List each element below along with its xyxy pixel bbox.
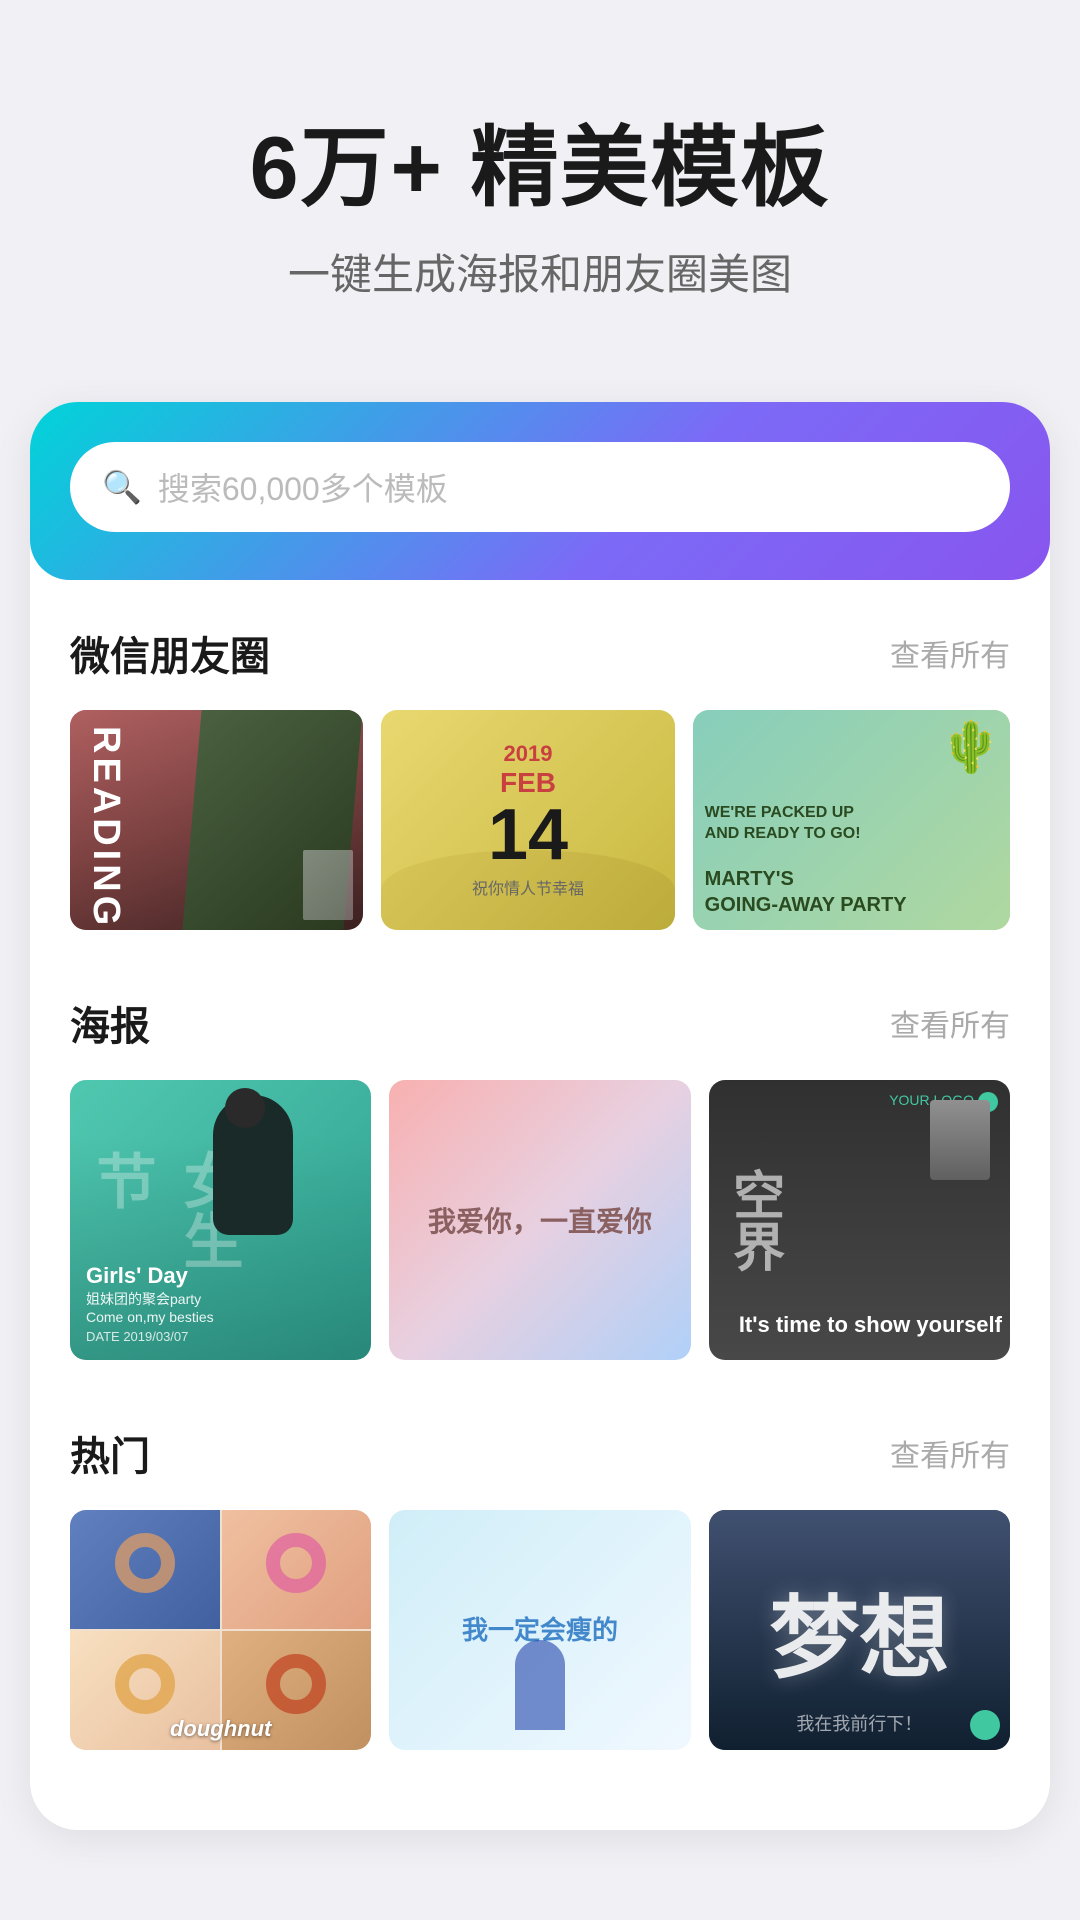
- person-figure: [515, 1640, 565, 1730]
- lamp-visual: [930, 1100, 990, 1180]
- hot-section-title: 热门: [70, 1424, 150, 1482]
- wechat-section: 微信朋友圈 查看所有 READING 2019 FEB 14 祝你情人节幸福: [30, 580, 1050, 950]
- donut-cell-2: [222, 1510, 372, 1629]
- girl-head: [225, 1088, 265, 1128]
- poster-section-title: 海报: [70, 994, 150, 1052]
- feb14-content: 2019 FEB 14 祝你情人节幸福: [472, 741, 584, 899]
- girlsday-date: DATE 2019/03/07: [86, 1329, 214, 1344]
- wechat-cards-row: READING 2019 FEB 14 祝你情人节幸福 🌵: [70, 710, 1010, 930]
- hot-card-dream[interactable]: 梦想 我在我前行下！: [709, 1510, 1010, 1750]
- donut-shape-2: [266, 1533, 326, 1593]
- girlsday-overlay: Girls' Day 姐妹团的聚会party Come on,my bestie…: [70, 1247, 230, 1360]
- poster-card-love[interactable]: 我爱你，一直爱你: [389, 1080, 690, 1360]
- dream-sub: 我在我前行下！: [709, 1710, 1010, 1736]
- donut-shape-1: [115, 1533, 175, 1593]
- show-yourself-text: It's time to show yourself: [739, 1311, 1002, 1340]
- donut-cell-1: [70, 1510, 220, 1629]
- doughnut-label: doughnut: [70, 1716, 371, 1742]
- poster-card-girlsday[interactable]: 女生节 Girls' Day 姐妹团的聚会party Come on,my be…: [70, 1080, 371, 1360]
- feb14-subtitle: 祝你情人节幸福: [472, 875, 584, 899]
- hero-section: 6万+ 精美模板 一键生成海报和朋友圈美图: [0, 0, 1080, 362]
- poster-section-header: 海报 查看所有: [70, 994, 1010, 1052]
- love-text: 我爱你，一直爱你: [428, 1200, 652, 1240]
- wechat-section-header: 微信朋友圈 查看所有: [70, 624, 1010, 682]
- feb14-day: 14: [472, 799, 584, 871]
- poster-card-space[interactable]: YOUR LOGO 空界 It's time to show yourself: [709, 1080, 1010, 1360]
- party-text: WE'RE PACKED UPAND READY TO GO! MARTY'SG…: [705, 803, 907, 917]
- hot-cards-row: doughnut 我一定会瘦的 梦想 我在我前行下！: [70, 1510, 1010, 1750]
- hot-card-doughnut[interactable]: doughnut: [70, 1510, 371, 1750]
- wechat-card-party[interactable]: 🌵 WE'RE PACKED UPAND READY TO GO! MARTY'…: [693, 710, 1010, 930]
- hero-title: 6万+ 精美模板: [60, 120, 1020, 217]
- girlsday-title: Girls' Day: [86, 1263, 214, 1289]
- space-char: 空界: [717, 1168, 792, 1272]
- dream-logo-dot: [970, 1710, 1000, 1740]
- search-bar[interactable]: 🔍 搜索60,000多个模板: [70, 442, 1010, 532]
- hot-section-header: 热门 查看所有: [70, 1424, 1010, 1482]
- search-placeholder: 搜索60,000多个模板: [158, 464, 448, 510]
- poster-cards-row: 女生节 Girls' Day 姐妹团的聚会party Come on,my be…: [70, 1080, 1010, 1360]
- poster-section: 海报 查看所有 女生节 Girls' Day 姐妹团的聚会party Come …: [30, 950, 1050, 1380]
- book-cover: [303, 850, 353, 920]
- search-icon: 🔍: [102, 468, 142, 506]
- app-card: 🔍 搜索60,000多个模板 微信朋友圈 查看所有 READING 2019: [30, 402, 1050, 1830]
- reading-card-inner: READING: [70, 710, 363, 930]
- search-header: 🔍 搜索60,000多个模板: [30, 402, 1050, 580]
- girlsday-sub: 姐妹团的聚会party: [86, 1289, 214, 1309]
- cactus-icon: 🌵: [940, 718, 1002, 777]
- feb14-month: FEB: [472, 767, 584, 799]
- wechat-card-feb14[interactable]: 2019 FEB 14 祝你情人节幸福: [381, 710, 674, 930]
- hero-subtitle: 一键生成海报和朋友圈美图: [60, 241, 1020, 302]
- reading-vertical-text: READING: [84, 726, 127, 929]
- wechat-section-title: 微信朋友圈: [70, 624, 270, 682]
- donut-shape-3: [115, 1654, 175, 1714]
- dream-char: 梦想: [769, 1565, 949, 1695]
- poster-see-all[interactable]: 查看所有: [890, 1001, 1010, 1045]
- hot-section: 热门 查看所有 doughnut: [30, 1380, 1050, 1770]
- hot-card-slim[interactable]: 我一定会瘦的: [389, 1510, 690, 1750]
- wechat-card-reading[interactable]: READING: [70, 710, 363, 930]
- girlsday-sub2: Come on,my besties: [86, 1309, 214, 1325]
- wechat-see-all[interactable]: 查看所有: [890, 631, 1010, 675]
- hot-see-all[interactable]: 查看所有: [890, 1431, 1010, 1475]
- donut-shape-4: [266, 1654, 326, 1714]
- feb14-year: 2019: [472, 741, 584, 767]
